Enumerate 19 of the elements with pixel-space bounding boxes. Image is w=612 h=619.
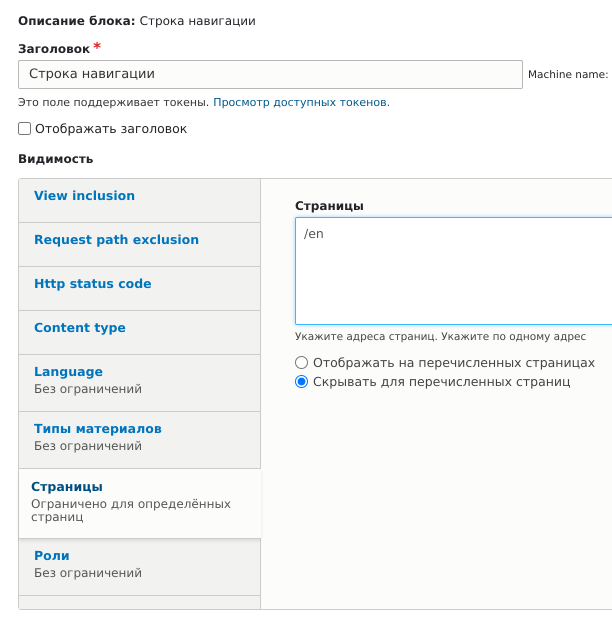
- help-text: Это поле поддерживает токены.: [18, 96, 210, 109]
- pages-text-area[interactable]: /en: [295, 217, 612, 325]
- checkbox[interactable]: [18, 122, 31, 135]
- section-heading: Видимость: [18, 152, 94, 166]
- help-text: Укажите адреса страниц. Укажите по одному адрес: [295, 331, 588, 343]
- field-label: Страницы: [295, 199, 365, 213]
- checkbox-label: Отображать заголовок: [35, 121, 188, 136]
- radio-button[interactable]: [295, 356, 308, 369]
- radio-label: Отображать на перечисленных страницах: [313, 355, 596, 370]
- field-label: Описание блока:: [18, 14, 136, 28]
- tokens-link[interactable]: Просмотр доступных токенов.: [213, 96, 390, 109]
- radio-label: Скрывать для перечисленных страниц: [313, 374, 571, 389]
- title-input-field[interactable]: Строка навигации: [18, 60, 523, 89]
- vertical-tab[interactable]: Страницы Ограничено для определённых страниц: [19, 469, 261, 539]
- field-value: Строка навигации: [140, 14, 256, 28]
- field-label: Заголовок: [18, 42, 90, 56]
- radio-button[interactable]: [295, 375, 308, 388]
- machine-name-label: Machine name:: [528, 68, 609, 80]
- required-mark: *: [93, 42, 102, 54]
